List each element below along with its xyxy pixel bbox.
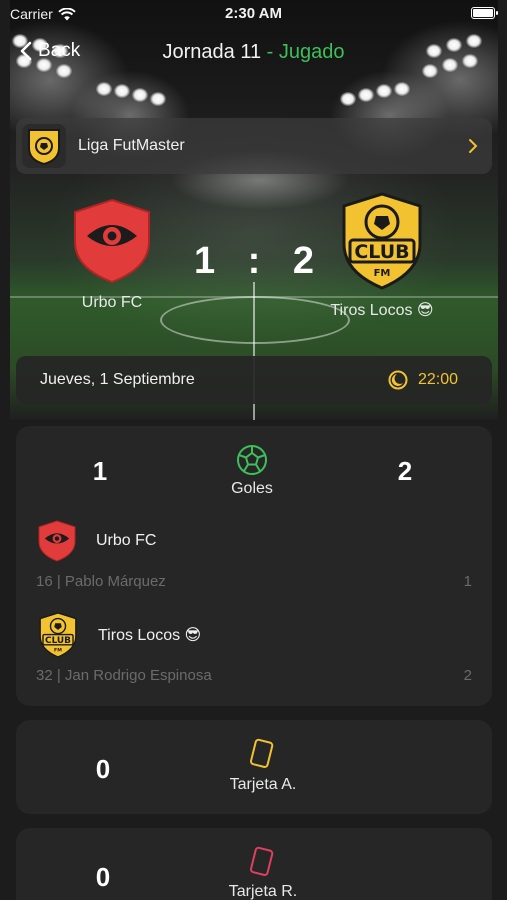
scorer-player: 16 | Pablo Márquez xyxy=(36,573,166,590)
status-bar: Carrier 2:30 AM xyxy=(0,0,507,28)
yellow-cards-label: Tarjeta A. xyxy=(229,776,297,793)
clock-time: 2:30 AM xyxy=(225,5,282,22)
red-cards-card: 0 Tarjeta R. xyxy=(16,828,492,900)
home-team[interactable]: Urbo FC xyxy=(62,198,162,312)
home-team-name: Urbo FC xyxy=(81,294,143,311)
home-goals: 1 xyxy=(92,456,108,486)
scorer-team-name: Tiros Locos 😎 xyxy=(98,627,202,644)
club-fm-crest-icon: CLUB FM xyxy=(342,192,422,290)
away-score: 2 xyxy=(292,240,317,282)
club-fm-logo-icon xyxy=(28,129,60,166)
away-goals: 2 xyxy=(397,456,413,486)
soccer-ball-icon xyxy=(237,445,267,475)
match-time-value: 22:00 xyxy=(417,371,458,388)
scorer-team-away: CLUB FM Tiros Locos 😎 xyxy=(38,612,201,658)
away-team[interactable]: CLUB FM Tiros Locos 😎 xyxy=(322,192,442,320)
scorer-goal-count: 1 xyxy=(463,573,472,590)
league-logo xyxy=(22,124,66,168)
navigation-bar: Back Jornada 11 - Jugado xyxy=(0,32,507,72)
red-card-icon xyxy=(250,846,274,876)
chevron-right-icon xyxy=(469,139,478,153)
scorer-row: 16 | Pablo Márquez 1 xyxy=(36,573,472,590)
match-status: Jugado xyxy=(278,41,345,63)
moon-icon xyxy=(388,370,408,390)
red-eye-shield-icon xyxy=(74,198,150,284)
league-name: Liga FutMaster xyxy=(78,137,185,154)
yellow-cards-card: 0 Tarjeta A. xyxy=(16,720,492,814)
svg-text:FM: FM xyxy=(374,268,391,279)
svg-text:CLUB: CLUB xyxy=(354,241,409,263)
title-separator: - xyxy=(266,41,274,63)
scorer-row: 32 | Jan Rodrigo Espinosa 2 xyxy=(36,667,472,684)
page-title: Jornada 11 - Jugado xyxy=(0,41,507,64)
svg-text:CLUB: CLUB xyxy=(45,636,71,646)
league-row[interactable]: Liga FutMaster xyxy=(16,118,492,174)
goals-label: Goles xyxy=(231,480,273,497)
yellow-cards-count: 0 xyxy=(95,754,111,784)
match-date-row: Jueves, 1 Septiembre 22:00 xyxy=(16,356,492,404)
red-cards-count: 0 xyxy=(95,862,111,892)
scorer-team-home: Urbo FC xyxy=(38,520,156,562)
club-fm-crest-icon: CLUB FM xyxy=(39,612,77,658)
scorer-goal-count: 2 xyxy=(463,667,472,684)
home-score: 1 xyxy=(193,240,218,282)
goals-card: 1 Goles 2 Urbo FC 16 | Pablo Márquez 1 C… xyxy=(16,426,492,706)
scorer-player: 32 | Jan Rodrigo Espinosa xyxy=(36,667,212,684)
battery-icon xyxy=(471,7,498,19)
match-date: Jueves, 1 Septiembre xyxy=(40,371,195,388)
red-eye-shield-icon xyxy=(38,520,76,562)
yellow-card-icon xyxy=(250,738,274,768)
red-cards-label: Tarjeta R. xyxy=(228,883,298,900)
round-label: Jornada 11 xyxy=(162,41,262,63)
score-separator: : xyxy=(247,240,263,282)
scorer-team-name: Urbo FC xyxy=(96,532,157,549)
match-time: 22:00 xyxy=(388,370,458,390)
svg-text:FM: FM xyxy=(54,647,62,653)
away-team-name: Tiros Locos 😎 xyxy=(330,302,434,319)
scoreboard: 1 : 2 xyxy=(190,240,320,283)
